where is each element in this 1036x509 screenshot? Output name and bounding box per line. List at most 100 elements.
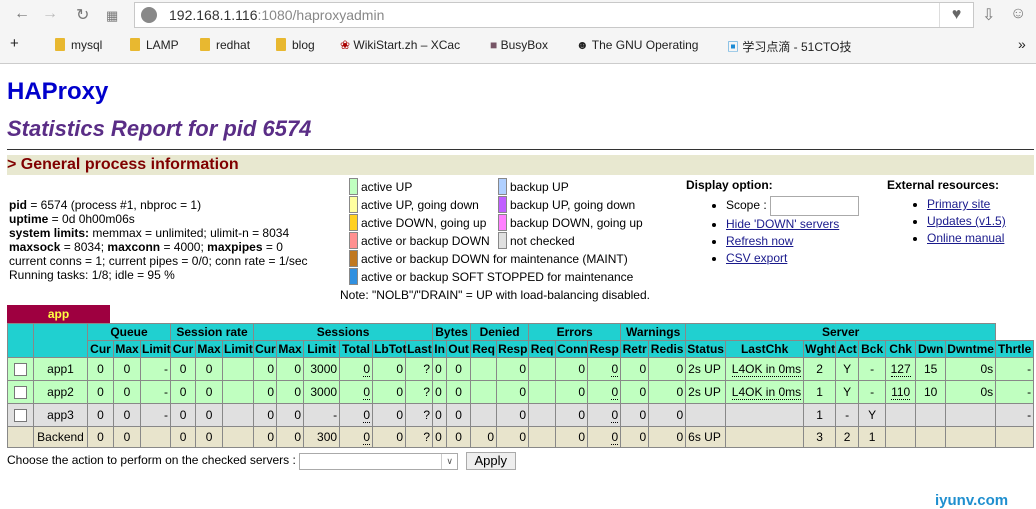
- legend-label: backup DOWN, going up: [510, 216, 643, 230]
- table-cell: L4OK in 0ms: [725, 380, 805, 404]
- scope-input[interactable]: [770, 196, 860, 216]
- back-icon[interactable]: ←: [14, 5, 30, 23]
- table-cell: 0: [372, 426, 407, 448]
- table-cell: 0: [496, 403, 530, 427]
- table-cell: 0: [113, 357, 141, 381]
- table-cell: 0: [339, 357, 374, 381]
- refresh-link[interactable]: Refresh now: [726, 234, 793, 248]
- cell-value[interactable]: 0: [363, 430, 371, 445]
- bookmark-blog[interactable]: blog: [276, 38, 315, 52]
- hide-down-link[interactable]: Hide 'DOWN' servers: [726, 217, 839, 231]
- cell-value: -: [870, 362, 875, 376]
- table-cell: 110: [885, 380, 917, 404]
- bookmark-label: BusyBox: [500, 38, 548, 52]
- table-cell: 0: [620, 380, 650, 404]
- add-bookmark-icon[interactable]: +: [10, 35, 19, 52]
- header-group: Warnings: [620, 323, 687, 341]
- cell-value: -: [164, 408, 169, 422]
- cell-value: 0: [205, 385, 213, 399]
- csv-export-link[interactable]: CSV export: [726, 251, 787, 265]
- table-cell: 0: [113, 426, 141, 448]
- cell-value: 1: [816, 408, 823, 422]
- cell-value: 0: [578, 430, 586, 444]
- cell-value: 0: [578, 362, 586, 376]
- cell-value[interactable]: 0: [611, 362, 619, 377]
- column-header: Cur: [170, 340, 197, 358]
- server-checkbox[interactable]: [14, 363, 27, 377]
- table-cell: 0: [555, 403, 589, 427]
- apply-button[interactable]: Apply: [465, 452, 517, 470]
- header-group: Bytes: [432, 323, 472, 341]
- cell-value[interactable]: 127: [890, 362, 911, 377]
- cell-value: 0: [123, 385, 131, 399]
- address-bar[interactable]: 192.168.1.116:1080/haproxyadmin ♥: [134, 2, 974, 28]
- bookmark-lamp[interactable]: LAMP: [130, 38, 179, 52]
- table-cell: [945, 403, 997, 427]
- account-icon[interactable]: ☺: [1010, 5, 1026, 23]
- manual-link[interactable]: Online manual: [927, 231, 1004, 245]
- server-name: app3: [33, 403, 88, 427]
- scope-item: Scope :: [726, 196, 860, 216]
- primary-site-link[interactable]: Primary site: [927, 197, 990, 211]
- table-cell: -: [995, 380, 1035, 404]
- column-header: Req: [470, 340, 498, 358]
- server-checkbox[interactable]: [14, 409, 27, 423]
- legend-label: active or backup DOWN for maintenance (M…: [361, 252, 628, 266]
- cell-value[interactable]: 0: [611, 408, 619, 423]
- column-header: Limit: [222, 340, 255, 358]
- cell-value: 0: [123, 408, 131, 422]
- bookmark-gnu[interactable]: ☻ The GNU Operating: [576, 38, 698, 52]
- bookmark-redhat[interactable]: redhat: [200, 38, 250, 52]
- column-header: Wght: [803, 340, 837, 358]
- table-cell: 0: [276, 357, 305, 381]
- bookmark-busybox[interactable]: ■ BusyBox: [490, 38, 548, 52]
- cell-value[interactable]: 0: [611, 430, 619, 445]
- bookmark-label: The GNU Operating: [591, 38, 699, 52]
- cell-value[interactable]: 0: [611, 385, 619, 400]
- apps-icon[interactable]: ▦: [106, 8, 118, 24]
- proxy-name-tab[interactable]: app: [7, 305, 110, 323]
- bookmark-mysql[interactable]: mysql: [55, 38, 102, 52]
- favorite-icon[interactable]: ♥: [939, 3, 973, 27]
- cell-value: 0: [455, 408, 462, 422]
- bookmark-wikistart[interactable]: ❀ WikiStart.zh – XCac: [340, 38, 460, 52]
- action-select[interactable]: ∨: [299, 452, 459, 470]
- server-checkbox[interactable]: [14, 386, 27, 400]
- table-cell: 0: [339, 403, 374, 427]
- table-cell: 0: [470, 426, 498, 448]
- cell-value: 1: [868, 430, 876, 444]
- cell-value: app2: [47, 385, 74, 399]
- column-header: Limit: [139, 340, 172, 358]
- legend-swatch: [498, 196, 507, 213]
- cell-value[interactable]: 0: [363, 362, 371, 377]
- table-cell: 0: [446, 403, 472, 427]
- table-cell: [725, 403, 805, 427]
- table-cell: 0: [170, 403, 197, 427]
- download-icon[interactable]: ⇩: [982, 5, 995, 25]
- bookmark-51cto[interactable]: ▣ 学习点滴 - 51CTO技: [727, 38, 851, 55]
- column-header: Last: [405, 340, 434, 358]
- cell-value: -: [164, 362, 169, 376]
- cell-value: 0: [639, 362, 647, 376]
- cell-value: 0: [676, 408, 684, 422]
- reload-icon[interactable]: ↻: [76, 5, 89, 25]
- cell-value[interactable]: 110: [891, 385, 911, 400]
- table-cell: 0: [170, 426, 197, 448]
- column-header: Out: [446, 340, 472, 358]
- cell-value[interactable]: 0: [363, 408, 371, 423]
- forward-icon[interactable]: →: [42, 5, 58, 23]
- cell-value[interactable]: 0: [363, 385, 371, 400]
- gnu-icon: ☻: [576, 38, 592, 52]
- more-bookmarks-icon[interactable]: »: [1018, 36, 1026, 52]
- table-cell: [222, 426, 255, 448]
- updates-link[interactable]: Updates (v1.5): [927, 214, 1006, 228]
- table-cell: ?: [405, 426, 434, 448]
- column-header: Cur: [87, 340, 114, 358]
- header-group: [33, 323, 88, 358]
- cell-value[interactable]: L4OK in 0ms: [731, 362, 802, 377]
- site-icon: [141, 7, 157, 23]
- cell-value: 300: [317, 430, 338, 444]
- cell-value[interactable]: L4OK in 0ms: [731, 385, 802, 400]
- cell-value: ?: [423, 408, 431, 422]
- cell-value: 0: [639, 408, 647, 422]
